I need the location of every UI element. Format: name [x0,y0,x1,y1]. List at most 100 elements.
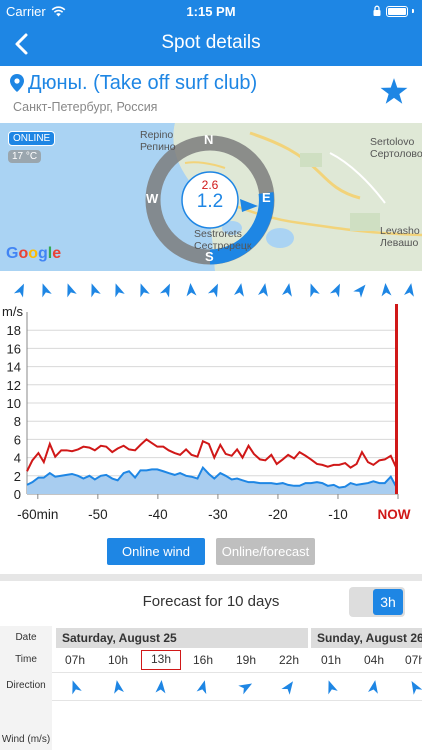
x-tick-label: -40 [148,507,168,522]
status-time: 1:15 PM [186,4,236,19]
map-label-text: Sestrorets [194,228,242,240]
forecast-hour-cell[interactable]: 16h [183,650,223,670]
wind-speed-value: 1.2 [196,191,224,212]
wind-direction-arrow-icon [186,283,197,297]
wind-direction-arrow-icon [42,283,53,298]
forecast-direction-arrow-icon [368,680,378,694]
day-header: Saturday, August 25 [56,628,308,648]
status-bar: Carrier 1:15 PM [0,0,422,22]
wind-direction-arrow-icon [403,283,414,297]
forecast-direction-arrow-icon [328,680,338,695]
interval-toggle[interactable]: 3h [349,587,405,617]
favorite-star-icon[interactable] [380,78,408,105]
forecast-direction-arrow-icon [114,680,124,694]
y-tick-label: 12 [7,378,21,393]
wind-direction-arrow-icon [329,283,340,298]
forecast-hour-cell[interactable]: 07h [55,650,95,670]
forecast-table[interactable]: Date Time Direction Wind (m/s) Saturday,… [0,626,422,750]
row-label-direction: Direction [6,680,46,691]
y-tick-label: 18 [7,323,21,338]
chart-mode-buttons: Online wind Online/forecast [0,538,422,568]
map-label-text: Сестрорецк [194,240,252,252]
compass-east: E [262,190,271,205]
orientation-lock-icon [373,5,381,16]
app-screen: Carrier 1:15 PM Spot details Дюны. (Take… [0,0,422,750]
forecast-hour-cell[interactable]: 07h [395,650,422,670]
y-axis-label: m/s [2,304,23,319]
map-label-sertolovo: Sertolovo Сертолово [370,136,422,160]
wind-gust-value: 2.6 [201,178,219,192]
compass-south: S [205,249,214,264]
y-tick-label: 2 [14,469,21,484]
wind-direction-arrow-icon [91,283,101,298]
map-label-text: Levasho [380,225,420,237]
app-header: Carrier 1:15 PM Spot details [0,0,422,66]
wind-direction-arrow-icon [139,283,150,298]
map-label-text: Repino [140,129,174,141]
online-badge: ONLINE [8,131,56,146]
forecast-direction-arrow-icon [72,680,82,695]
wind-direction-arrow-icon [13,283,24,298]
nav-bar: Spot details [0,22,422,66]
forecast-hour-cell[interactable]: 13h [141,650,181,670]
y-tick-label: 16 [7,341,21,356]
y-tick-label: 10 [7,396,21,411]
y-tick-label: 0 [14,487,21,502]
row-label-time: Time [15,654,37,665]
row-divider [52,700,422,701]
wind-direction-arrow-icon [353,284,366,298]
section-divider [0,574,422,581]
wind-direction-arrow-icon [208,283,219,298]
map-view[interactable]: ONLINE 17 °C Repino Репино Sertolovo Сер… [0,123,422,271]
forecast-direction-arrow-icon [155,680,166,694]
temperature-badge: 17 °C [8,150,42,163]
forecast-header: Forecast for 10 days 3h [0,581,422,625]
row-divider [52,672,422,673]
spot-info: Дюны. (Take off surf club) Санкт-Петербу… [0,66,422,123]
x-tick-label: -30 [208,507,228,522]
wind-direction-row [0,280,422,302]
x-tick-label: -60min [17,507,58,522]
compass-north: N [204,132,214,147]
wind-direction-arrow-icon [309,283,320,298]
x-tick-label: -10 [328,507,348,522]
row-label-date: Date [15,632,37,643]
map-label-text: Репино [140,141,176,153]
page-title: Spot details [161,32,261,53]
map-label-repino: Repino Репино [140,129,176,153]
wind-direction-arrow-icon [233,283,244,297]
spot-name: Дюны. (Take off surf club) [28,72,258,94]
google-logo: Google [6,245,62,262]
online-forecast-button[interactable]: Online/forecast [216,538,315,565]
wind-direction-arrow-icon [282,283,293,297]
wind-direction-arrow-icon [159,283,170,298]
y-tick-label: 8 [14,414,21,429]
compass-west: W [146,191,159,206]
y-tick-label: 14 [7,360,21,375]
forecast-direction-arrow-icon [411,680,422,695]
map-label-text: Левашо [380,237,419,249]
online-wind-button[interactable]: Online wind [107,538,205,565]
forecast-hour-cell[interactable]: 22h [269,650,309,670]
location-pin-icon [10,74,24,92]
forecast-row-labels: Date Time Direction Wind (m/s) [0,626,52,750]
wind-direction-arrow-icon [381,283,392,297]
row-label-wind: Wind (m/s) [1,734,51,745]
y-tick-label: 6 [14,432,21,447]
forecast-hour-cell[interactable]: 04h [354,650,394,670]
wind-gust-line [26,438,398,472]
spot-location: Санкт-Петербург, Россия [13,100,158,114]
map-label-sestroretsk: Sestrorets Сестрорецк [194,228,251,252]
forecast-hour-cell[interactable]: 10h [98,650,138,670]
wind-direction-arrow-icon [66,283,77,298]
map-label-text: Sertolovo [370,136,415,148]
y-tick-label: 4 [14,451,21,466]
forecast-hour-cell[interactable]: 01h [311,650,351,670]
x-tick-label: NOW [378,507,411,522]
battery-icon [372,5,414,17]
forecast-hour-cell[interactable]: 19h [226,650,266,670]
x-tick-label: -50 [88,507,108,522]
interval-3h-button[interactable]: 3h [373,589,403,615]
wind-chart: 0 2 4 6 8 10 12 14 16 18 m/s -60min -50 -40 -30 -20 -10 N… [2,304,411,522]
x-tick-label: -20 [268,507,288,522]
